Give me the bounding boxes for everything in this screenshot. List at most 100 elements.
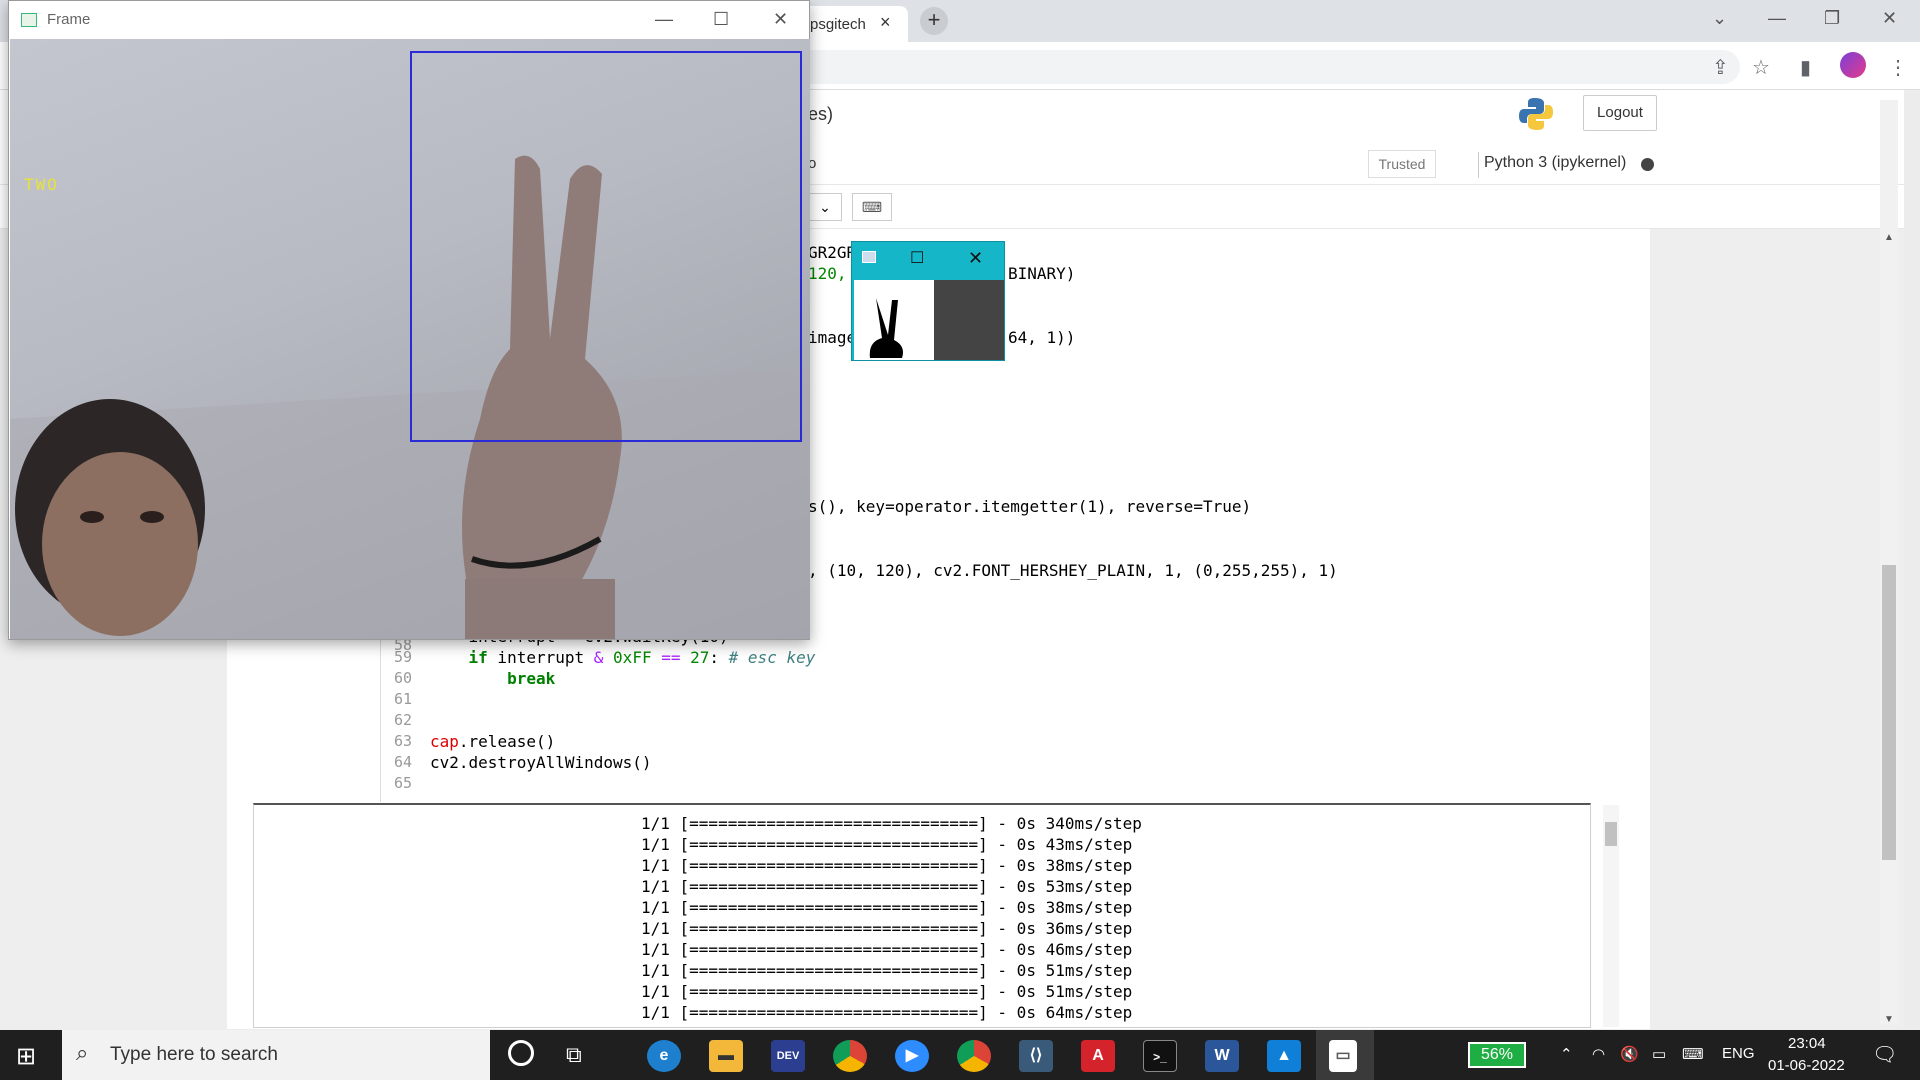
- browser-tab[interactable]: psgitech ×: [800, 6, 908, 42]
- chrome-icon[interactable]: [833, 1040, 867, 1072]
- code-fragment: , (10, 120), cv2.FONT_HERSHEY_PLAIN, 1, …: [808, 561, 1338, 580]
- code-line[interactable]: cap.release(): [430, 731, 555, 752]
- input-language[interactable]: ENG: [1722, 1045, 1755, 1062]
- bookmark-star-icon[interactable]: ☆: [1752, 55, 1770, 80]
- binary-mask-image: [854, 280, 934, 360]
- logout-button[interactable]: Logout: [1583, 95, 1657, 131]
- side-panel-icon[interactable]: ▮: [1800, 55, 1811, 80]
- frame-window[interactable]: Frame — ☐ ✕ TWO: [8, 0, 810, 640]
- line-number: 60: [393, 669, 412, 687]
- code-line[interactable]: break: [430, 668, 555, 689]
- frame-close-button[interactable]: ✕: [773, 9, 788, 30]
- output-line: 1/1 [==============================] - 0…: [641, 814, 1142, 833]
- menubar-divider: [1478, 152, 1479, 178]
- task-view-icon[interactable]: ⧉: [566, 1042, 582, 1068]
- cell-type-select-chevron-icon[interactable]: ⌄: [808, 193, 842, 221]
- chrome-profile-icon[interactable]: [957, 1040, 991, 1072]
- frame-titlebar[interactable]: Frame — ☐ ✕: [9, 1, 809, 39]
- active-app-highlight: [1316, 1028, 1374, 1080]
- terminal-icon[interactable]: >_: [1143, 1040, 1177, 1072]
- tab-search-chevron-icon[interactable]: ⌄: [1712, 8, 1727, 29]
- file-explorer-icon[interactable]: ▬: [709, 1040, 743, 1072]
- address-bar[interactable]: [790, 50, 1740, 84]
- roi-bounding-box: [410, 51, 802, 442]
- cortana-icon[interactable]: [508, 1040, 534, 1066]
- keyboard-icon[interactable]: ⌨: [1682, 1045, 1704, 1063]
- line-number: 64: [393, 753, 412, 771]
- mask-close-button[interactable]: ✕: [968, 248, 983, 269]
- frame-window-title: Frame: [47, 11, 91, 28]
- frame-maximize-button[interactable]: ☐: [713, 9, 729, 30]
- browser-minimize-button[interactable]: —: [1768, 8, 1786, 29]
- browser-close-button[interactable]: ✕: [1882, 8, 1897, 29]
- code-line[interactable]: cv2.destroyAllWindows(): [430, 752, 652, 773]
- clock-time[interactable]: 23:04: [1788, 1035, 1826, 1052]
- line-number: 62: [393, 711, 412, 729]
- search-icon: ⌕: [76, 1040, 89, 1065]
- vscode-icon[interactable]: ⟨⟩: [1019, 1040, 1053, 1072]
- zoom-icon[interactable]: ▶: [895, 1040, 929, 1072]
- acrobat-icon[interactable]: A: [1081, 1040, 1115, 1072]
- line-number: 63: [393, 732, 412, 750]
- output-line: 1/1 [==============================] - 0…: [641, 856, 1133, 875]
- notebook-title-fragment[interactable]: es): [808, 104, 833, 125]
- scroll-up-arrow-icon[interactable]: ▲: [1880, 232, 1898, 243]
- windows-start-icon[interactable]: ⊞: [16, 1042, 36, 1071]
- output-line: 1/1 [==============================] - 0…: [641, 877, 1133, 896]
- window-app-icon: [862, 251, 876, 263]
- line-number: 59: [393, 648, 412, 666]
- trusted-indicator[interactable]: Trusted: [1368, 150, 1436, 178]
- code-fragment: BINARY): [1008, 264, 1076, 283]
- photos-icon[interactable]: ▲: [1267, 1040, 1301, 1072]
- code-line[interactable]: if interrupt & 0xFF == 27: # esc key: [430, 647, 816, 668]
- tab-close-icon[interactable]: ×: [880, 12, 891, 33]
- wifi-icon[interactable]: ◠: [1592, 1045, 1605, 1063]
- prediction-label: TWO: [24, 175, 59, 194]
- keyboard-shortcuts-icon[interactable]: ⌨: [852, 193, 892, 221]
- taskbar-search-box[interactable]: ⌕ Type here to search: [62, 1030, 490, 1080]
- mask-window-titlebar[interactable]: ☐ ✕: [852, 242, 1004, 276]
- mask-preview-gray: [934, 280, 1004, 360]
- code-fragment: 64, 1)): [1008, 328, 1076, 347]
- mask-window[interactable]: ☐ ✕: [851, 241, 1005, 361]
- code-fragment: 120,: [808, 264, 847, 283]
- share-icon[interactable]: ⇪: [1712, 55, 1729, 80]
- output-line: 1/1 [==============================] - 0…: [641, 961, 1133, 980]
- line-number: 65: [393, 774, 412, 792]
- devcpp-icon[interactable]: DEV: [771, 1040, 805, 1072]
- profile-avatar[interactable]: [1840, 52, 1866, 78]
- output-line: 1/1 [==============================] - 0…: [641, 898, 1133, 917]
- kernel-status-icon: [1641, 158, 1654, 171]
- cell-output-area[interactable]: 1/1 [==============================] - 0…: [253, 803, 1591, 1028]
- page-scrollbar-thumb[interactable]: [1882, 565, 1896, 860]
- mask-maximize-button[interactable]: ☐: [910, 248, 924, 268]
- tab-title: psgitech: [810, 16, 866, 33]
- battery-indicator[interactable]: 56%: [1468, 1042, 1526, 1068]
- show-hidden-icons-icon[interactable]: ⌃: [1560, 1045, 1573, 1063]
- code-fragment: GR2GR: [808, 243, 857, 262]
- clock-date[interactable]: 01-06-2022: [1768, 1057, 1845, 1074]
- output-line: 1/1 [==============================] - 0…: [641, 919, 1133, 938]
- output-line: 1/1 [==============================] - 0…: [641, 940, 1133, 959]
- code-fragment: image: [808, 328, 857, 347]
- volume-muted-icon[interactable]: 🔇: [1620, 1045, 1639, 1063]
- browser-menu-icon[interactable]: ⋮: [1888, 55, 1908, 80]
- output-line: 1/1 [==============================] - 0…: [641, 835, 1133, 854]
- search-placeholder: Type here to search: [110, 1044, 278, 1065]
- notifications-icon[interactable]: 🗨: [1872, 1042, 1897, 1067]
- edge-icon[interactable]: e: [647, 1040, 681, 1072]
- code-gutter-divider: [380, 632, 381, 802]
- line-number: 61: [393, 690, 412, 708]
- output-scrollbar-thumb[interactable]: [1605, 822, 1617, 846]
- frame-minimize-button[interactable]: —: [655, 9, 673, 30]
- new-tab-button[interactable]: +: [920, 7, 948, 35]
- word-icon[interactable]: W: [1205, 1040, 1239, 1072]
- scroll-down-arrow-icon[interactable]: ▼: [1880, 1014, 1898, 1025]
- output-line: 1/1 [==============================] - 0…: [641, 1003, 1133, 1022]
- kernel-name[interactable]: Python 3 (ipykernel): [1484, 154, 1626, 172]
- battery-icon[interactable]: ▭: [1652, 1045, 1666, 1063]
- browser-restore-button[interactable]: ❐: [1824, 8, 1840, 29]
- python-logo-icon: [1519, 98, 1553, 130]
- window-app-icon: [21, 13, 37, 27]
- output-line: 1/1 [==============================] - 0…: [641, 982, 1133, 1001]
